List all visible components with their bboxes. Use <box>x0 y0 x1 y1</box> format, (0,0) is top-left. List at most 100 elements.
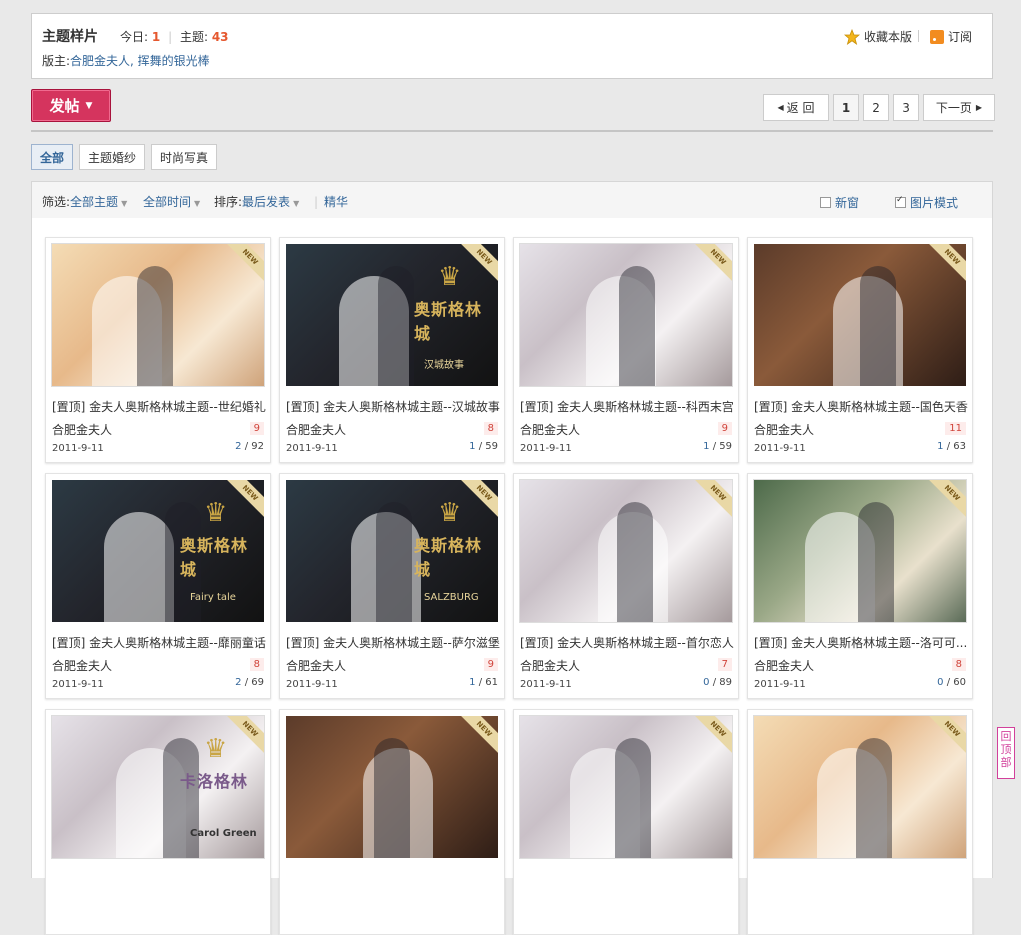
thread-card[interactable]: NEW [置顶] 金夫人奥斯格林城主题--洛可可... 合肥金夫人 8 2011-9-1… <box>747 473 973 699</box>
thread-card[interactable]: ♛ 奥斯格林城 汉城故事 NEW [置顶] 金夫人奥斯格林城主题--汉城故事 合肥金夫人 8… <box>279 237 505 463</box>
moderator-links[interactable]: 合肥金夫人, 挥舞的银光棒 <box>70 54 210 68</box>
thread-thumbnail[interactable]: NEW <box>51 243 265 387</box>
image-mode-toggle[interactable]: 图片模式 <box>895 194 958 211</box>
back-button[interactable]: ◀ 返 回 <box>763 94 829 121</box>
thread-thumbnail[interactable]: NEW <box>753 479 967 623</box>
thread-card[interactable]: NEW [置顶] 金夫人奥斯格林城主题--世纪婚礼 合肥金夫人 9 2011-9-11 2… <box>45 237 271 463</box>
reply-count-badge: 9 <box>483 658 498 671</box>
crown-icon: ♛ <box>438 498 462 528</box>
new-ribbon-icon: NEW <box>225 480 264 518</box>
topics-count: 43 <box>211 30 229 44</box>
crown-icon: ♛ <box>438 262 462 292</box>
thread-card[interactable]: NEW [置顶] 金夫人奥斯格林城主题--首尔恋人 合肥金夫人 7 2011-9-11 0… <box>513 473 739 699</box>
thread-thumbnail[interactable]: ♛ 卡洛格林 Carol Green NEW <box>51 715 265 859</box>
new-ribbon-icon: NEW <box>927 480 966 518</box>
thread-thumbnail[interactable]: NEW <box>519 243 733 387</box>
thread-card[interactable]: NEW [置顶] 金夫人奥斯格林城主题--科西末宫 合肥金夫人 9 2011-9-11 1… <box>513 237 739 463</box>
crown-icon: ♛ <box>204 498 228 528</box>
thread-author[interactable]: 合肥金夫人 <box>754 657 814 674</box>
page-3[interactable]: 3 <box>893 94 919 121</box>
new-ribbon-icon: NEW <box>693 244 732 282</box>
thread-date: 2011-9-11 <box>754 679 806 690</box>
reply-count-badge: 11 <box>945 422 966 435</box>
thread-title[interactable]: [置顶] 金夫人奥斯格林城主题--汉城故事 <box>286 398 500 415</box>
thread-author[interactable]: 合肥金夫人 <box>52 421 112 438</box>
thread-card[interactable]: NEW <box>747 709 973 935</box>
thread-date: 2011-9-11 <box>52 679 104 690</box>
theme-subtitle: Fairy tale <box>190 592 236 603</box>
thread-thumbnail[interactable]: NEW <box>753 715 967 859</box>
thread-thumbnail[interactable]: NEW <box>519 479 733 623</box>
couple-figure <box>619 266 655 386</box>
reply-count-badge: 9 <box>717 422 732 435</box>
thread-author[interactable]: 合肥金夫人 <box>286 657 346 674</box>
chevron-down-icon: ▼ <box>85 100 93 111</box>
forum-stats: 今日: 1 | 主题: 43 <box>120 30 229 44</box>
thread-thumbnail[interactable]: NEW <box>519 715 733 859</box>
tab-theme-wedding[interactable]: 主题婚纱 <box>79 144 146 170</box>
thread-card[interactable]: ♛ 奥斯格林城 SALZBURG NEW [置顶] 金夫人奥斯格林城主题--萨尔滋堡 合肥… <box>279 473 505 699</box>
thread-author[interactable]: 合肥金夫人 <box>520 657 580 674</box>
type-tabs: 全部 主题婚纱 时尚写真 <box>31 144 218 170</box>
tab-fashion-photo[interactable]: 时尚写真 <box>151 144 218 170</box>
filter-digest[interactable]: 精华 <box>324 195 348 209</box>
filter-all-time[interactable]: 全部时间 <box>143 195 191 209</box>
sort-last-post[interactable]: 最后发表 <box>242 195 290 209</box>
filter-all-topics[interactable]: 全部主题 <box>70 195 118 209</box>
thread-author[interactable]: 合肥金夫人 <box>52 657 112 674</box>
reply-view-count: 0 / 89 <box>703 677 732 688</box>
thread-card[interactable]: NEW <box>513 709 739 935</box>
thread-thumbnail[interactable]: NEW <box>286 716 498 858</box>
page-2[interactable]: 2 <box>863 94 889 121</box>
reply-view-count: 1 / 59 <box>469 441 498 452</box>
thread-title[interactable]: [置顶] 金夫人奥斯格林城主题--世纪婚礼 <box>52 398 266 415</box>
thread-card[interactable]: NEW [置顶] 金夫人奥斯格林城主题--国色天香 合肥金夫人 11 2011-9-11… <box>747 237 973 463</box>
thread-thumbnail[interactable]: NEW <box>754 244 966 386</box>
thread-thumbnail[interactable]: ♛ 奥斯格林城 汉城故事 NEW <box>286 244 498 386</box>
theme-subtitle: SALZBURG <box>424 592 479 603</box>
couple-figure <box>378 266 414 386</box>
today-count: 1 <box>151 30 161 44</box>
thread-date: 2011-9-11 <box>286 679 338 690</box>
thread-title[interactable]: [置顶] 金夫人奥斯格林城主题--科西末宫 <box>520 398 734 415</box>
thread-author[interactable]: 合肥金夫人 <box>286 421 346 438</box>
thread-card[interactable]: NEW <box>279 709 505 935</box>
thread-title[interactable]: [置顶] 金夫人奥斯格林城主题--洛可可... <box>754 634 968 651</box>
couple-figure <box>104 512 174 622</box>
reply-count-badge: 8 <box>483 422 498 435</box>
image-mode-checkbox[interactable] <box>895 195 906 208</box>
chevron-right-icon: ▶ <box>975 103 983 112</box>
chevron-down-icon: ▼ <box>194 199 201 208</box>
subscribe-button[interactable]: 订阅 <box>930 28 972 45</box>
moderators: 版主:合肥金夫人, 挥舞的银光棒 <box>42 54 210 68</box>
thread-title[interactable]: [置顶] 金夫人奥斯格林城主题--国色天香 <box>754 398 968 415</box>
brand-logo-text: 奥斯格林城 <box>180 536 249 579</box>
filter-bar: 筛选:全部主题▼ 全部时间▼ 排序:最后发表▼ |精华 新窗 图片模式 <box>31 181 993 219</box>
new-window-checkbox[interactable] <box>820 197 831 208</box>
couple-figure <box>856 738 892 858</box>
thread-author[interactable]: 合肥金夫人 <box>520 421 580 438</box>
next-page-button[interactable]: 下一页 ▶ <box>923 94 995 121</box>
new-window-toggle[interactable]: 新窗 <box>820 194 859 211</box>
thread-thumbnail[interactable]: ♛ 奥斯格林城 SALZBURG NEW <box>286 480 498 622</box>
thread-thumbnail[interactable]: ♛ 奥斯格林城 Fairy tale NEW <box>52 480 264 622</box>
forum-header: 主题样片 今日: 1 | 主题: 43 版主:合肥金夫人, 挥舞的银光棒 收藏本… <box>31 13 993 79</box>
new-ribbon-icon: NEW <box>927 716 966 754</box>
couple-figure <box>137 266 173 386</box>
thread-card[interactable]: ♛ 奥斯格林城 Fairy tale NEW [置顶] 金夫人奥斯格林城主题--靡丽童话… <box>45 473 271 699</box>
thread-title[interactable]: [置顶] 金夫人奥斯格林城主题--靡丽童话 <box>52 634 266 651</box>
brand-logo-text: 卡洛格林 <box>180 772 249 791</box>
couple-figure <box>617 502 653 622</box>
back-to-top-button[interactable]: 回顶部 <box>997 727 1015 779</box>
new-ribbon-icon: NEW <box>459 480 498 518</box>
thread-title[interactable]: [置顶] 金夫人奥斯格林城主题--萨尔滋堡 <box>286 634 500 651</box>
thread-title[interactable]: [置顶] 金夫人奥斯格林城主题--首尔恋人 <box>520 634 734 651</box>
thread-card[interactable]: ♛ 卡洛格林 Carol Green NEW <box>45 709 271 935</box>
new-post-button[interactable]: 发帖 ▼ <box>31 89 111 122</box>
tab-all[interactable]: 全部 <box>31 144 74 170</box>
favorite-forum-button[interactable]: 收藏本版 <box>844 28 912 45</box>
page-1[interactable]: 1 <box>833 94 859 121</box>
couple-figure <box>615 738 651 858</box>
thread-date: 2011-9-11 <box>520 443 572 454</box>
thread-author[interactable]: 合肥金夫人 <box>754 421 814 438</box>
